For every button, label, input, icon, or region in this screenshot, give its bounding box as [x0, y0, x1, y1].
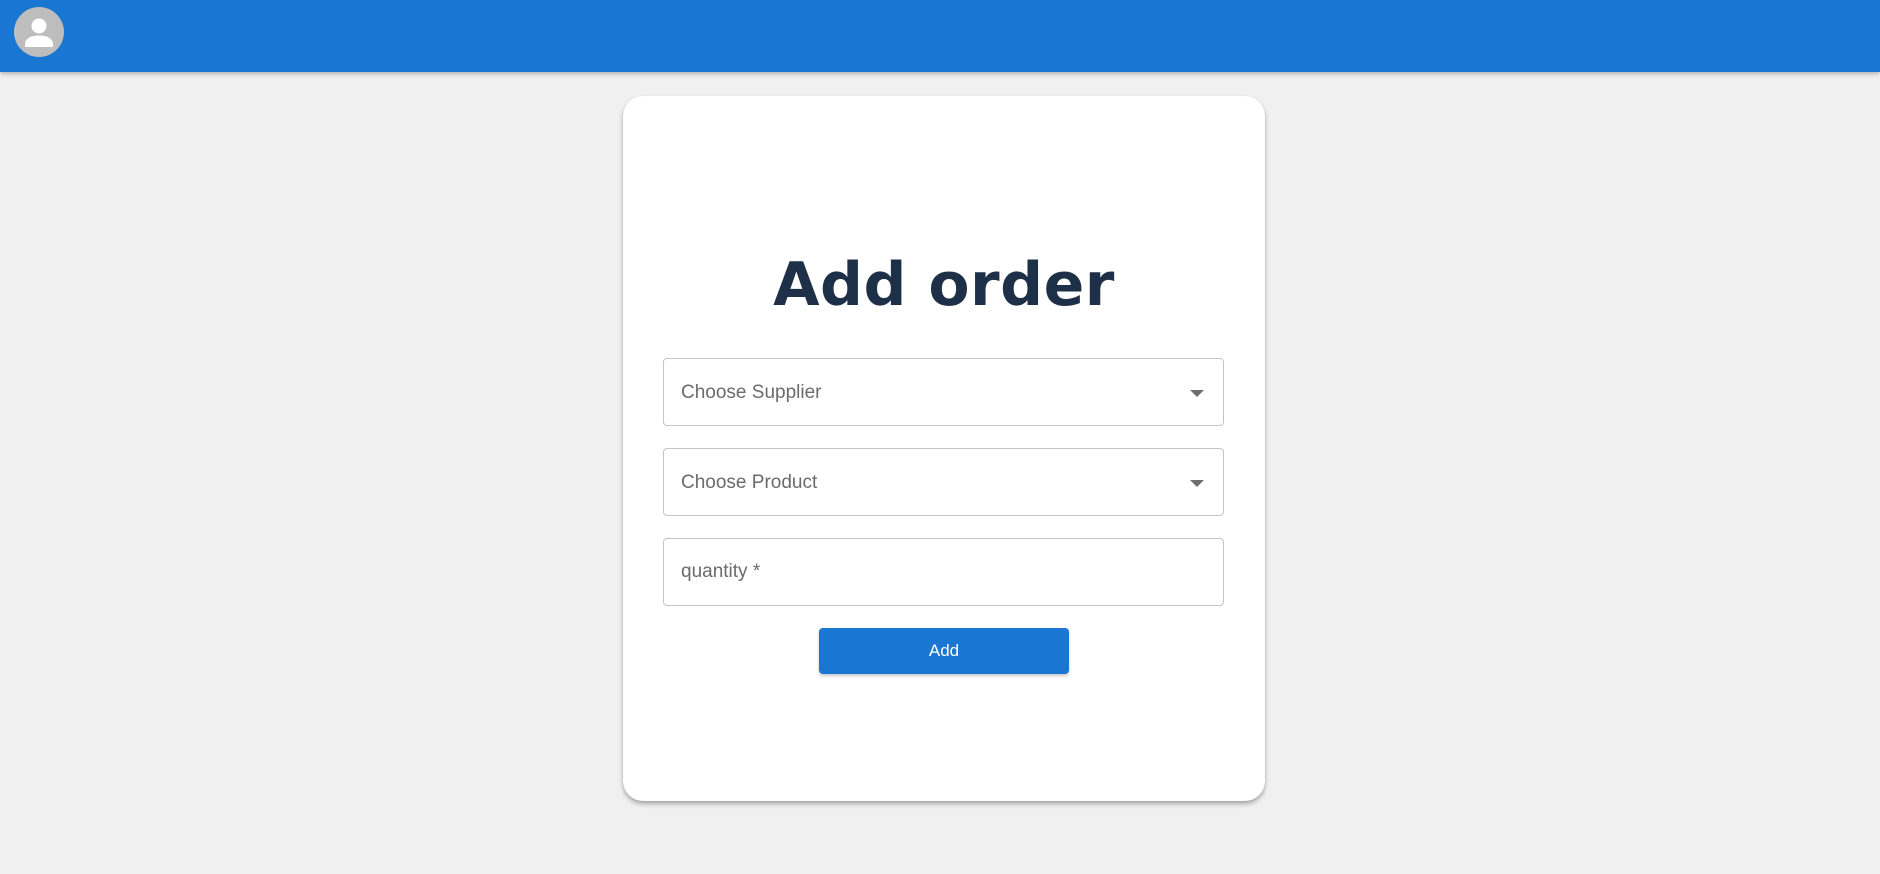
- add-button[interactable]: Add: [819, 628, 1069, 674]
- user-avatar[interactable]: [14, 7, 64, 57]
- chevron-down-icon: [1190, 480, 1204, 487]
- quantity-field[interactable]: [663, 538, 1224, 606]
- supplier-select[interactable]: Choose Supplier: [663, 358, 1224, 426]
- quantity-input[interactable]: [664, 539, 1223, 605]
- chevron-down-icon: [1190, 390, 1204, 397]
- app-bar: [0, 0, 1880, 72]
- product-select[interactable]: Choose Product: [663, 448, 1224, 516]
- product-select-placeholder: Choose Product: [681, 472, 818, 493]
- page-title: Add order: [773, 250, 1115, 320]
- supplier-select-placeholder: Choose Supplier: [681, 382, 822, 403]
- person-icon: [25, 18, 53, 47]
